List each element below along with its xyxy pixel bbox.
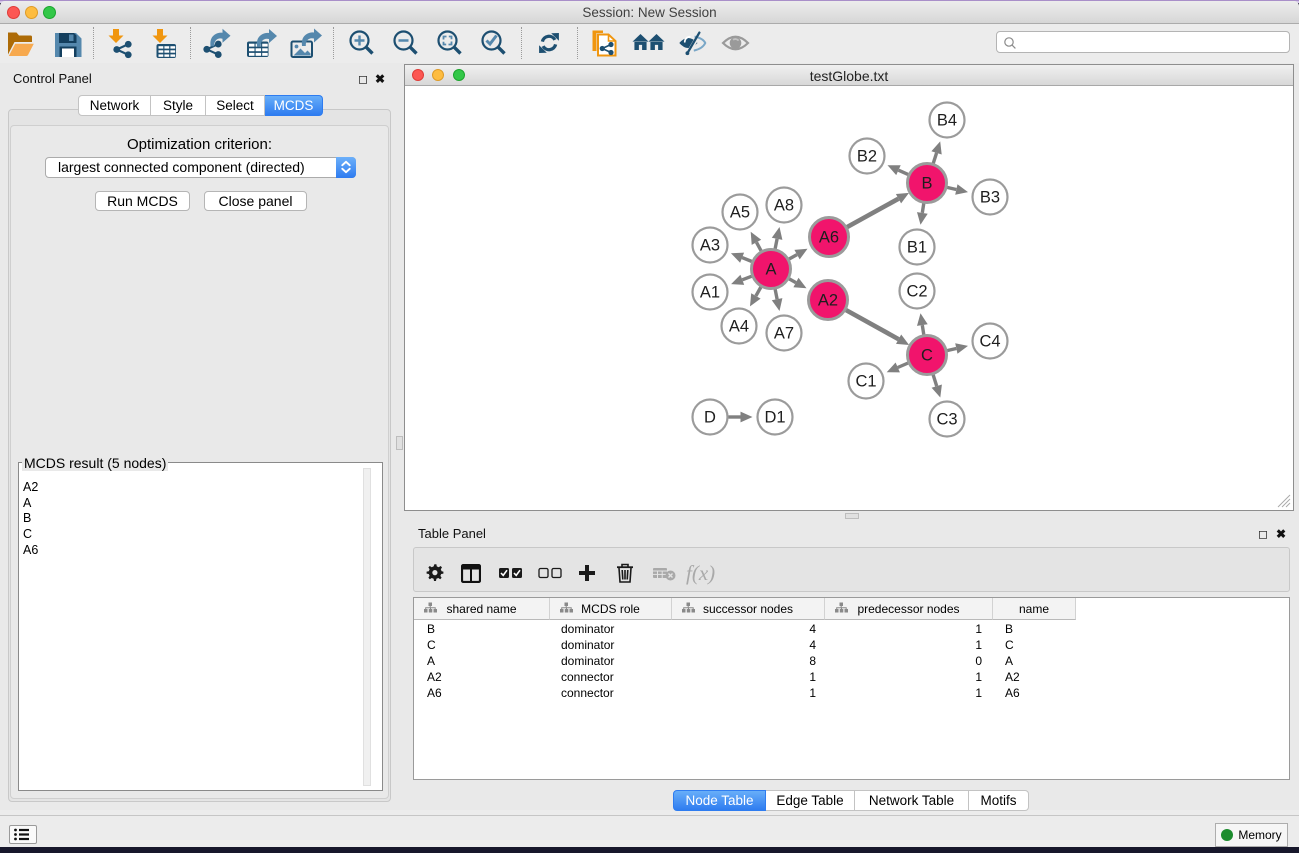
svg-text:A2: A2 [818, 292, 838, 310]
svg-text:A: A [765, 261, 776, 279]
svg-text:C: C [921, 347, 933, 365]
svg-text:A6: A6 [819, 229, 839, 247]
svg-text:B4: B4 [937, 112, 957, 130]
svg-text:B3: B3 [980, 189, 1000, 207]
svg-text:A4: A4 [729, 318, 749, 336]
svg-text:A1: A1 [700, 284, 720, 302]
svg-text:C4: C4 [979, 333, 1000, 351]
svg-text:A8: A8 [774, 197, 794, 215]
svg-text:A7: A7 [774, 325, 794, 343]
svg-text:B2: B2 [857, 148, 877, 166]
svg-text:A5: A5 [730, 204, 750, 222]
svg-text:C3: C3 [936, 411, 957, 429]
svg-text:B: B [921, 175, 932, 193]
svg-text:D1: D1 [764, 409, 785, 427]
svg-text:C1: C1 [855, 373, 876, 391]
svg-text:C2: C2 [906, 283, 927, 301]
svg-text:D: D [704, 409, 716, 427]
svg-text:A3: A3 [700, 237, 720, 255]
svg-text:B1: B1 [907, 239, 927, 257]
